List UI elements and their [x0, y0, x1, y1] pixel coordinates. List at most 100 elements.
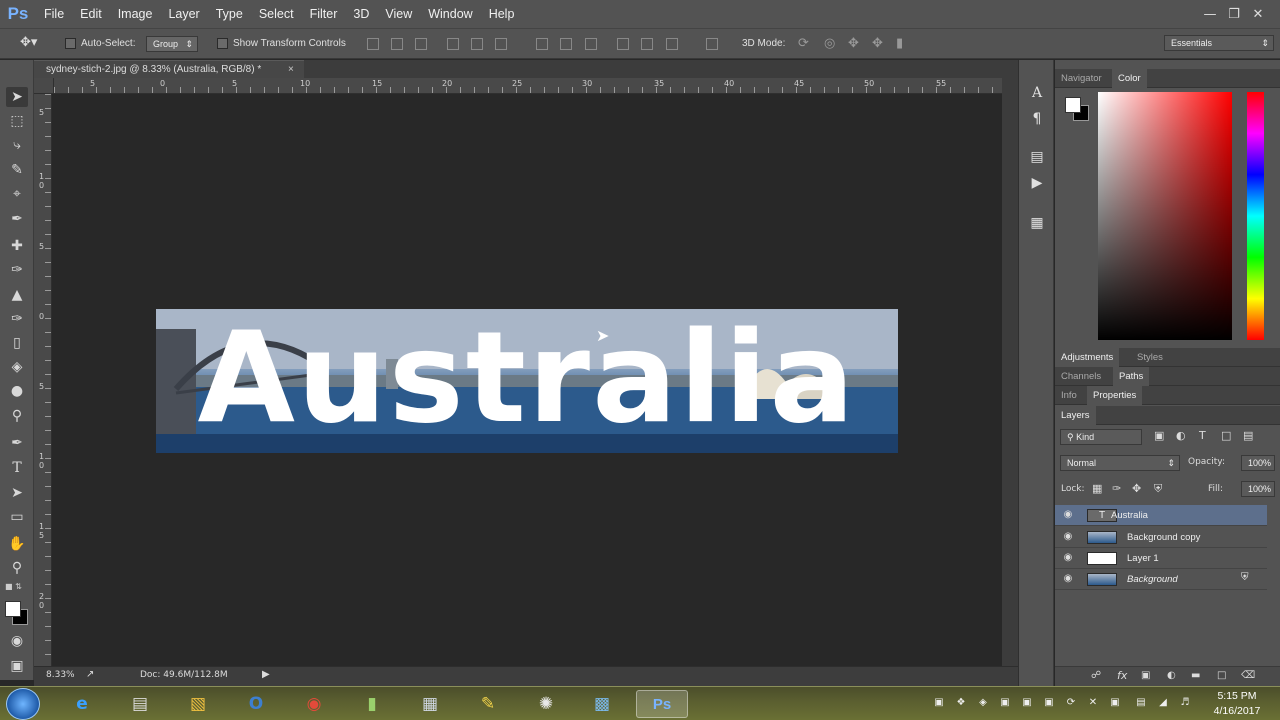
quick-select-tool-icon[interactable]: ✎: [6, 160, 28, 180]
3d-slide-icon[interactable]: ✥: [872, 36, 883, 51]
eyedropper-tool-icon[interactable]: ✒: [6, 209, 28, 229]
photoshop-taskbar-icon[interactable]: Ps: [636, 690, 688, 718]
network-icon[interactable]: ▤: [1134, 696, 1148, 710]
menu-window[interactable]: Window: [420, 0, 480, 28]
character-panel-icon[interactable]: A: [1028, 84, 1046, 102]
filter-type-icon[interactable]: T: [1199, 429, 1206, 442]
color-picker-field[interactable]: [1098, 92, 1232, 340]
foreground-color-chip[interactable]: [1065, 97, 1081, 113]
menu-layer[interactable]: Layer: [160, 0, 207, 28]
close-tab-icon[interactable]: ×: [288, 61, 294, 79]
visibility-eye-icon[interactable]: ◉: [1061, 508, 1075, 522]
align-top-icon[interactable]: [367, 38, 379, 50]
tab-paths[interactable]: Paths: [1113, 367, 1150, 386]
tab-navigator[interactable]: Navigator: [1055, 69, 1108, 88]
actions-panel-icon[interactable]: ▶: [1028, 174, 1046, 192]
align-bottom-icon[interactable]: [415, 38, 427, 50]
move-tool-icon[interactable]: ➤: [6, 87, 28, 107]
photos-icon[interactable]: ▩: [576, 690, 628, 718]
auto-select-checkbox[interactable]: [65, 38, 76, 49]
3d-scale-icon[interactable]: ▮: [896, 36, 903, 51]
paint-bucket-tool-icon[interactable]: ◈: [6, 357, 28, 377]
distribute-top-icon[interactable]: [536, 38, 548, 50]
show-transform-checkbox[interactable]: [217, 38, 228, 49]
layer-mask-icon[interactable]: ▣: [1141, 670, 1150, 681]
sticky-notes-icon[interactable]: ✎: [462, 690, 514, 718]
zoom-tool-icon[interactable]: ⚲: [6, 558, 28, 578]
history-panel-icon[interactable]: ▤: [1028, 148, 1046, 166]
link-layers-icon[interactable]: ☍: [1091, 670, 1101, 681]
new-group-icon[interactable]: ▬: [1191, 670, 1200, 681]
adjustment-layer-icon[interactable]: ◐: [1167, 670, 1176, 681]
lock-position-icon[interactable]: ✥: [1132, 482, 1141, 495]
visibility-eye-icon[interactable]: ◉: [1061, 551, 1075, 565]
zoom-level[interactable]: 8.33%: [46, 670, 75, 680]
tab-channels[interactable]: Channels: [1055, 367, 1107, 386]
3d-rotate-icon[interactable]: ⟳: [798, 36, 809, 51]
layer-row-australia[interactable]: ◉ T Australia: [1055, 505, 1267, 526]
status-menu-arrow-icon[interactable]: ▶: [262, 669, 270, 680]
start-button[interactable]: [6, 688, 40, 720]
menu-image[interactable]: Image: [110, 0, 161, 28]
brush-tool-icon[interactable]: ✑: [6, 260, 28, 280]
tab-properties[interactable]: Properties: [1087, 386, 1143, 405]
layer-row-background[interactable]: ◉ Background ⛨: [1055, 569, 1267, 590]
tray-icon[interactable]: ▣: [1020, 696, 1034, 710]
marquee-tool-icon[interactable]: ⬚: [6, 111, 28, 131]
lock-image-icon[interactable]: ✑: [1112, 482, 1121, 495]
layer-kind-filter[interactable]: ⚲ Kind: [1060, 429, 1142, 445]
minimize-icon[interactable]: —: [1198, 7, 1222, 22]
document-image[interactable]: Australia: [156, 309, 898, 453]
dodge-tool-icon[interactable]: ⚲: [6, 406, 28, 426]
align-hcenter-icon[interactable]: [471, 38, 483, 50]
volume-icon[interactable]: ♬: [1178, 696, 1192, 710]
quick-mask-icon[interactable]: ◉: [6, 631, 28, 651]
delete-layer-icon[interactable]: ⌫: [1241, 670, 1255, 681]
move-tool-icon[interactable]: ✥▾: [20, 35, 37, 50]
hue-slider[interactable]: [1247, 92, 1264, 340]
tray-icon[interactable]: ⟳: [1064, 696, 1078, 710]
tray-icon[interactable]: ▣: [1108, 696, 1122, 710]
foreground-color-swatch[interactable]: [5, 601, 21, 617]
filter-shape-icon[interactable]: □: [1221, 429, 1231, 442]
paint-icon[interactable]: ✺: [520, 690, 572, 718]
menu-type[interactable]: Type: [208, 0, 251, 28]
path-select-tool-icon[interactable]: ➤: [6, 483, 28, 503]
file-explorer-icon[interactable]: ▧: [172, 690, 224, 718]
fill-input[interactable]: 100%: [1241, 481, 1275, 497]
opacity-input[interactable]: 100%: [1241, 455, 1275, 471]
menu-filter[interactable]: Filter: [302, 0, 346, 28]
workspace-dropdown[interactable]: Essentials ⇕: [1164, 35, 1274, 51]
dropbox-icon[interactable]: ❖: [954, 696, 968, 710]
distribute-bottom-icon[interactable]: [585, 38, 597, 50]
distribute-left-icon[interactable]: [617, 38, 629, 50]
tab-layers[interactable]: Layers: [1055, 406, 1096, 425]
menu-select[interactable]: Select: [251, 0, 302, 28]
auto-align-icon[interactable]: [706, 38, 718, 50]
swap-colors-icon[interactable]: ■ ⇅: [5, 582, 22, 591]
document-tab[interactable]: sydney-stich-2.jpg @ 8.33% (Australia, R…: [34, 60, 304, 80]
menu-file[interactable]: File: [36, 0, 72, 28]
tray-icon[interactable]: ▣: [1042, 696, 1056, 710]
healing-brush-tool-icon[interactable]: ✚: [6, 236, 28, 256]
menu-help[interactable]: Help: [481, 0, 523, 28]
tray-icon[interactable]: ▣: [998, 696, 1012, 710]
type-tool-icon[interactable]: T: [6, 458, 28, 478]
vertical-scrollbar[interactable]: [1002, 60, 1018, 666]
visibility-eye-icon[interactable]: ◉: [1061, 572, 1075, 586]
tab-info[interactable]: Info: [1055, 386, 1083, 405]
distribute-hcenter-icon[interactable]: [641, 38, 653, 50]
crop-tool-icon[interactable]: ⌖: [6, 184, 28, 204]
menu-3d[interactable]: 3D: [345, 0, 377, 28]
restore-icon[interactable]: ❐: [1222, 7, 1246, 22]
menu-edit[interactable]: Edit: [72, 0, 110, 28]
hand-tool-icon[interactable]: ✋: [6, 534, 28, 554]
layer-style-icon[interactable]: fx: [1117, 669, 1127, 682]
internet-explorer-icon[interactable]: e: [56, 690, 108, 718]
chrome-icon[interactable]: ◉: [288, 690, 340, 718]
filter-smart-object-icon[interactable]: ▤: [1243, 429, 1253, 442]
layer-row-layer-1[interactable]: ◉ Layer 1: [1055, 548, 1267, 569]
swatches-panel-icon[interactable]: ▦: [1028, 214, 1046, 232]
distribute-vcenter-icon[interactable]: [560, 38, 572, 50]
filter-adjustment-icon[interactable]: ◐: [1176, 429, 1186, 442]
